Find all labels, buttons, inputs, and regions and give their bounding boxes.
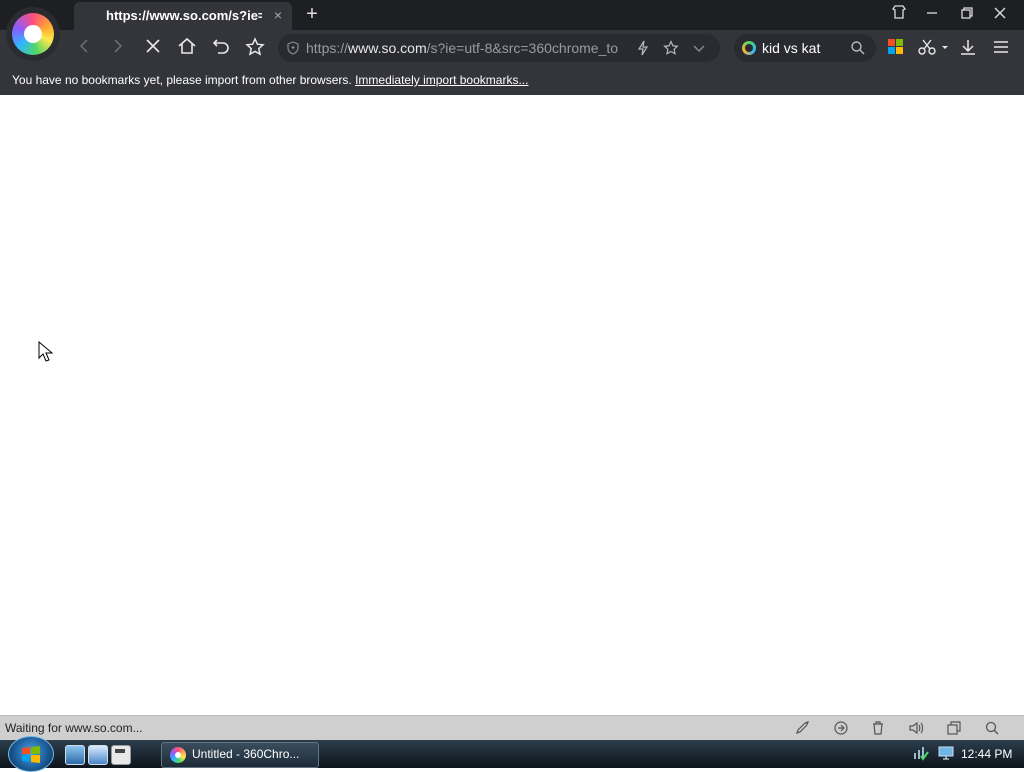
trash-icon[interactable] xyxy=(869,720,887,738)
screenshot-scissors-icon[interactable] xyxy=(918,38,948,59)
home-icon[interactable] xyxy=(175,37,199,59)
minimize-icon[interactable] xyxy=(917,4,947,26)
address-path: /s?ie=utf-8&src=360chrome_to xyxy=(426,40,619,56)
browser-logo-icon[interactable] xyxy=(6,7,60,61)
speed-rocket-icon[interactable] xyxy=(793,720,811,738)
stop-icon[interactable] xyxy=(141,37,165,59)
toolbar: https://www.so.com/s?ie=utf-8&src=360chr… xyxy=(0,30,1024,66)
show-desktop-icon[interactable] xyxy=(65,745,85,765)
skin-icon[interactable] xyxy=(884,4,914,26)
menu-hamburger-icon[interactable] xyxy=(992,39,1010,58)
bookmarks-empty-message: You have no bookmarks yet, please import… xyxy=(12,73,528,87)
forward-icon[interactable] xyxy=(106,37,130,59)
bookmarks-message-text: You have no bookmarks yet, please import… xyxy=(12,73,356,87)
taskbar-item-360chrome[interactable]: Untitled - 360Chro... xyxy=(161,742,319,768)
new-tab-button[interactable]: + xyxy=(302,4,322,25)
restore-icon[interactable] xyxy=(952,4,982,26)
tab-title: https://www.so.com/s?ie=utf-8&src=360chr… xyxy=(106,8,262,23)
address-prefix: https:// xyxy=(306,40,349,56)
calculator-icon[interactable] xyxy=(111,745,131,765)
taskbar: Untitled - 360Chro... 12:44 PM xyxy=(0,736,1024,772)
address-host: www.so.com xyxy=(348,40,427,56)
apps-grid-icon[interactable] xyxy=(888,39,904,55)
address-bar[interactable]: https://www.so.com/s?ie=utf-8&src=360chr… xyxy=(278,34,720,62)
security-shield-icon[interactable] xyxy=(286,41,300,58)
speaker-icon[interactable] xyxy=(907,720,925,738)
page-content[interactable] xyxy=(0,95,1024,715)
tab-active[interactable]: https://www.so.com/s?ie=utf-8&src=360chr… xyxy=(74,2,292,30)
bookmarks-bar: You have no bookmarks yet, please import… xyxy=(0,66,1024,95)
undo-close-icon[interactable] xyxy=(209,37,233,59)
import-bookmarks-link[interactable]: Immediately import bookmarks... xyxy=(355,73,528,87)
search-icon[interactable] xyxy=(850,40,866,59)
search-input[interactable]: kid vs kat xyxy=(762,40,820,56)
favorites-star-icon[interactable] xyxy=(243,37,267,59)
switch-windows-icon[interactable] xyxy=(88,745,108,765)
display-tray-icon[interactable] xyxy=(937,744,955,765)
download-icon[interactable] xyxy=(959,38,977,59)
network-tray-icon[interactable] xyxy=(912,744,930,765)
start-button[interactable] xyxy=(8,736,54,772)
bookmark-star-icon[interactable] xyxy=(663,40,679,59)
taskbar-item-label: Untitled - 360Chro... xyxy=(192,747,300,761)
search-engine-icon[interactable] xyxy=(742,41,756,55)
chevron-down-icon[interactable] xyxy=(692,41,706,58)
browser-app-icon xyxy=(170,747,186,763)
system-clock[interactable]: 12:44 PM xyxy=(961,747,1012,761)
status-text: Waiting for www.so.com... xyxy=(5,721,143,735)
windows-flag-icon xyxy=(22,746,40,763)
address-text[interactable]: https://www.so.com/s?ie=utf-8&src=360chr… xyxy=(306,40,624,56)
refresh-circle-icon[interactable] xyxy=(832,720,850,738)
lightning-icon[interactable] xyxy=(636,40,650,59)
mouse-cursor-icon xyxy=(38,340,54,363)
status-bar: Waiting for www.so.com... xyxy=(0,715,1024,741)
close-window-icon[interactable] xyxy=(985,4,1015,26)
window-restore-icon[interactable] xyxy=(945,720,963,738)
zoom-search-icon[interactable] xyxy=(983,720,1001,738)
search-box[interactable]: kid vs kat xyxy=(734,34,876,62)
back-icon[interactable] xyxy=(72,37,96,59)
title-bar: https://www.so.com/s?ie=utf-8&src=360chr… xyxy=(0,0,1024,30)
tab-close-icon[interactable]: × xyxy=(270,7,286,23)
